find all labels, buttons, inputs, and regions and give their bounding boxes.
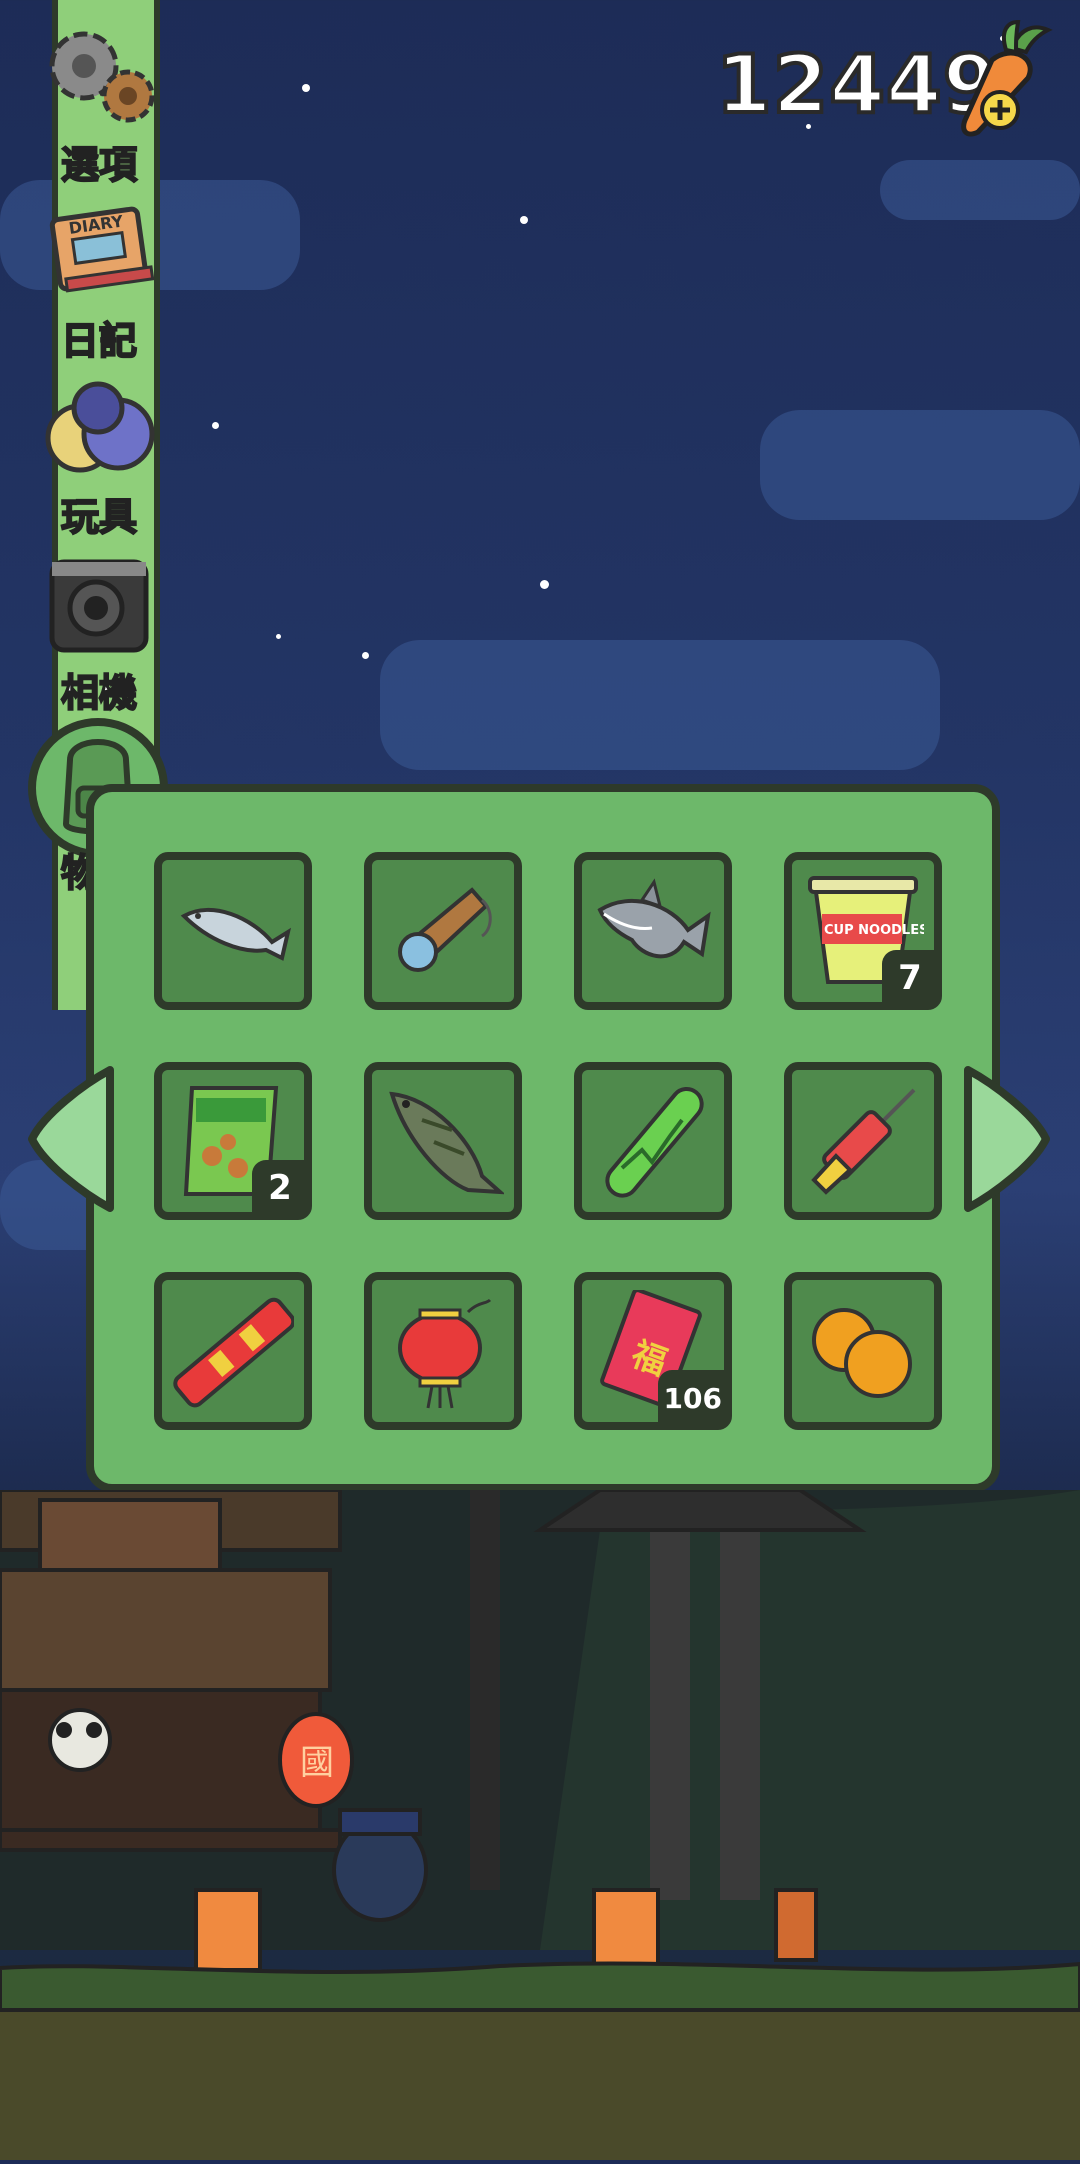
inventory-slot-oranges[interactable]	[784, 1272, 942, 1430]
menu-label-toys[interactable]: 玩具	[34, 486, 164, 541]
diary-icon[interactable]: DIARY	[44, 196, 155, 302]
next-page-button[interactable]	[962, 1064, 1054, 1214]
prev-page-button[interactable]	[24, 1064, 116, 1214]
inventory-slot-green-stick[interactable]	[574, 1062, 732, 1220]
shark-icon	[597, 878, 711, 959]
item-count-badge: 2	[252, 1160, 308, 1216]
inventory-panel: CUP NOODLES 7 2 福 106	[86, 784, 1000, 1492]
bass-fish-icon	[389, 1091, 504, 1195]
inventory-slot-spyglass[interactable]	[364, 852, 522, 1010]
inventory-slot-red-envelope[interactable]: 福 106	[574, 1272, 732, 1430]
inventory-slot-snack-bag[interactable]: 2	[154, 1062, 312, 1220]
menu-label-diary[interactable]: 日記	[34, 310, 164, 365]
inventory-slot-lantern[interactable]	[364, 1272, 522, 1430]
inventory-slot-bass-fish[interactable]	[364, 1062, 522, 1220]
menu-label-camera[interactable]: 相機	[34, 662, 164, 717]
camera-icon[interactable]	[44, 550, 154, 660]
oranges-icon	[812, 1308, 912, 1398]
firecracker-icon	[173, 1297, 294, 1408]
small-fish-icon	[180, 907, 292, 961]
gear-icon[interactable]	[36, 22, 162, 132]
night-market-scene: 國	[0, 1488, 1080, 2160]
telescope-icon	[398, 887, 492, 972]
item-count-badge: 106	[657, 1370, 728, 1426]
green-stick-icon	[605, 1086, 704, 1198]
inventory-slot-firecracker[interactable]	[154, 1272, 312, 1430]
arrow-left-icon	[28, 1066, 114, 1212]
item-count-badge: 7	[882, 950, 938, 1006]
lantern-icon	[398, 1298, 492, 1409]
carrot-plus-icon[interactable]	[952, 19, 1062, 140]
arrow-right-icon	[964, 1066, 1050, 1212]
toy-balls-icon[interactable]	[36, 380, 162, 480]
inventory-slot-sardine[interactable]	[154, 852, 312, 1010]
cup-noodles-label: CUP NOODLES	[824, 923, 924, 938]
menu-label-options[interactable]: 選項	[34, 134, 164, 189]
inventory-slot-shark[interactable]	[574, 852, 732, 1010]
lantern-character: 國	[300, 1743, 334, 1783]
inventory-slot-cup-noodles[interactable]: CUP NOODLES 7	[784, 852, 942, 1010]
rocket-icon	[811, 1088, 916, 1195]
inventory-slot-rocket[interactable]	[784, 1062, 942, 1220]
